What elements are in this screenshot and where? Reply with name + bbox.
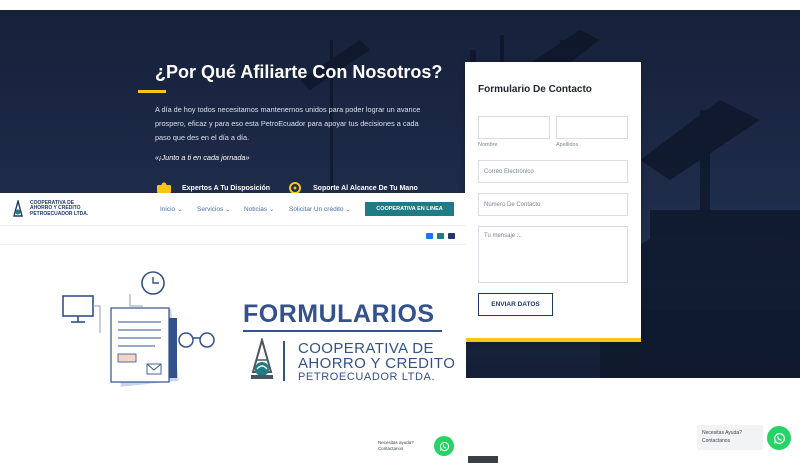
partial-dark-element — [468, 456, 498, 463]
feature-experts-label: Expertos A Tu Disposición — [182, 184, 271, 192]
banner-line1: COOPERATIVA DE — [298, 340, 434, 357]
phone-field[interactable]: Número De Contacto — [478, 193, 628, 216]
instagram-icon[interactable] — [437, 233, 444, 239]
banner-title: FORMULARIOS — [243, 300, 435, 328]
apellidos-label: Apellidos — [556, 142, 579, 148]
help-widget-line1: Necesitas Ayuda? — [702, 430, 742, 436]
nombre-input[interactable] — [478, 116, 550, 139]
apellidos-input[interactable] — [556, 116, 628, 139]
banner-line3: PETROECUADOR LTDA. — [298, 371, 436, 383]
nav-item-solicitar-credito[interactable]: Solicitar Un crédito ⌄ — [289, 205, 351, 213]
facebook-icon[interactable] — [426, 233, 433, 239]
forms-illustration — [62, 271, 215, 387]
message-textarea[interactable]: Tu mensaje ... — [478, 226, 628, 283]
nav-item-servicios[interactable]: Servicios ⌄ — [197, 205, 231, 213]
banner-cooperativa-name: COOPERATIVA DE AHORRO Y CREDITO PETROECU… — [298, 341, 455, 384]
overlay-whatsapp-button[interactable] — [434, 436, 454, 456]
hero-description: A día de hoy todos necesitamos mantenern… — [155, 105, 421, 142]
banner-title-underline — [243, 330, 442, 332]
overlay-navbar: COOPERATIVA DE AHORRO Y CREDITO PETROECU… — [0, 193, 466, 226]
top-strip — [0, 0, 800, 10]
banner-divider — [283, 341, 285, 381]
nav-item-inicio[interactable]: Inicio ⌄ — [160, 205, 182, 213]
contact-form: Formulario De Contacto Nombre Apellidos … — [465, 62, 641, 342]
whatsapp-icon — [439, 441, 449, 451]
help-widget-text[interactable]: Necesitas Ayuda? Contactanos — [697, 425, 763, 450]
oil-derrick-logo-icon — [13, 200, 23, 217]
overlay-help-line2: Contactanos — [378, 446, 404, 451]
hero-title-underline — [138, 90, 166, 93]
feature-support-label: Soporte Al Alcance De Tu Mano — [313, 184, 418, 192]
email-field[interactable]: Correo Electrónico — [478, 160, 628, 183]
overlay-page-preview: COOPERATIVA DE AHORRO Y CREDITO PETROECU… — [0, 193, 466, 463]
email-placeholder: Correo Electrónico — [484, 168, 534, 175]
page: ¿Por Qué Afiliarte Con Nosotros? A día d… — [0, 0, 800, 463]
hero-title: ¿Por Qué Afiliarte Con Nosotros? — [155, 62, 443, 82]
phone-placeholder: Número De Contacto — [484, 201, 541, 208]
submit-button[interactable]: ENVIAR DATOS — [478, 293, 553, 316]
overlay-help-text: Necesitas ayuda? Contactanos — [378, 440, 414, 452]
nav-item-noticias[interactable]: Noticias ⌄ — [244, 205, 274, 213]
cooperativa-en-linea-button[interactable]: COOPERATIVA EN LINEA — [365, 202, 454, 216]
overlay-logo-line3: PETROECUADOR LTDA. — [30, 210, 89, 217]
banner-line2: AHORRO Y CREDITO — [298, 355, 456, 372]
overlay-separator — [0, 244, 466, 245]
message-placeholder: Tu mensaje ... — [484, 233, 522, 239]
contact-form-title: Formulario De Contacto — [478, 84, 592, 95]
whatsapp-button[interactable] — [767, 426, 791, 450]
cooperativa-emblem-icon — [251, 338, 273, 379]
youtube-icon[interactable] — [448, 233, 455, 239]
help-widget-line2: Contactanos — [702, 438, 731, 444]
overlay-logo[interactable]: COOPERATIVA DE AHORRO Y CREDITO PETROECU… — [11, 200, 88, 218]
whatsapp-icon — [773, 432, 785, 444]
hero-quote: «¡Junto a ti en cada jornada» — [155, 153, 250, 162]
nombre-label: Nombre — [478, 142, 498, 148]
